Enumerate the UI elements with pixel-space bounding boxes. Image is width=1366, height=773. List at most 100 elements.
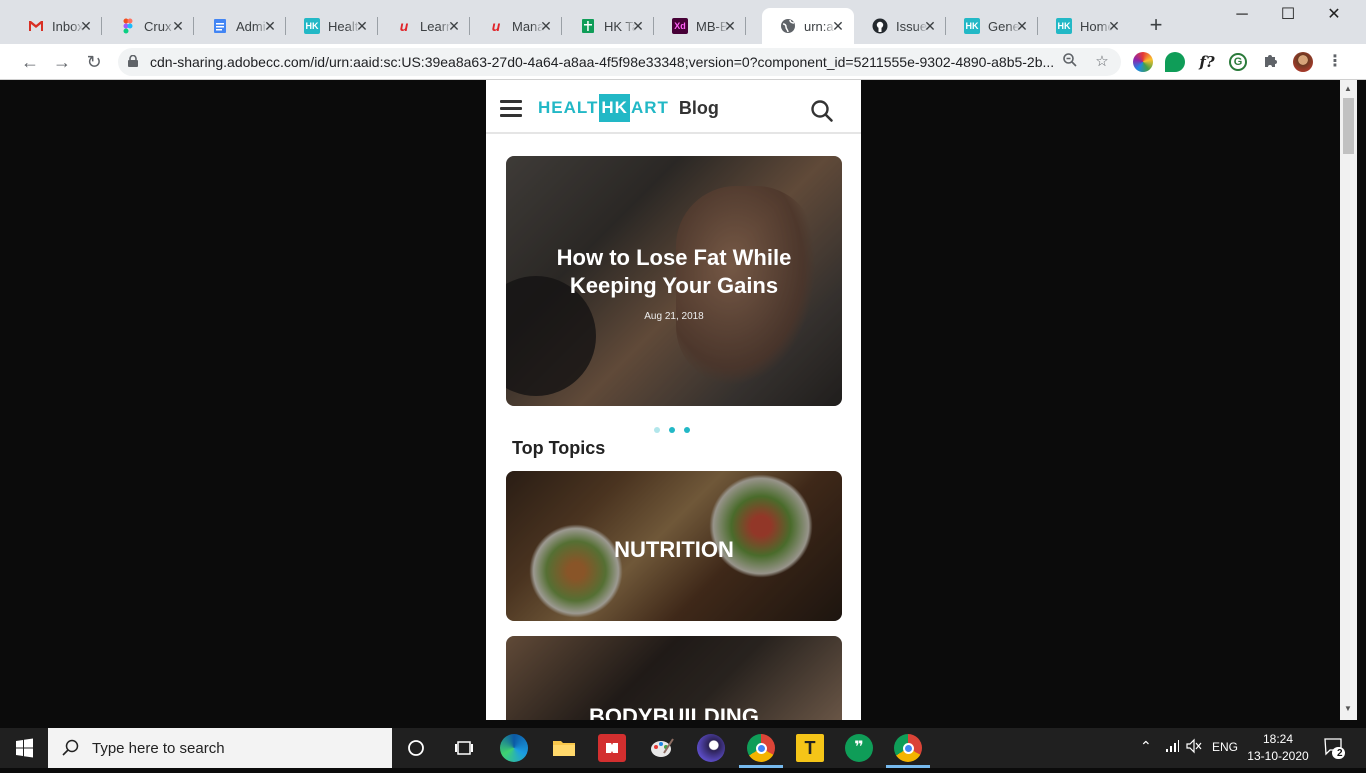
close-tab-icon[interactable]: ✕ bbox=[722, 18, 738, 34]
hk-icon: HK bbox=[1056, 18, 1072, 34]
carousel-dot[interactable] bbox=[654, 427, 660, 433]
close-tab-icon[interactable]: ✕ bbox=[922, 18, 938, 34]
scroll-up-icon[interactable]: ▲ bbox=[1344, 84, 1352, 93]
notification-center-icon[interactable]: 2 bbox=[1324, 737, 1346, 762]
address-bar[interactable]: cdn-sharing.adobecc.com/id/urn:aaid:sc:U… bbox=[118, 48, 1121, 76]
chrome-icon[interactable] bbox=[894, 734, 922, 762]
green-dot-icon[interactable] bbox=[1165, 52, 1185, 72]
paint-icon[interactable] bbox=[648, 734, 676, 762]
hk-icon: HK bbox=[304, 18, 320, 34]
office-icon[interactable] bbox=[598, 734, 626, 762]
close-tab-icon[interactable]: ✕ bbox=[262, 18, 278, 34]
close-tab-icon[interactable]: ✕ bbox=[630, 18, 646, 34]
close-tab-icon[interactable]: ✕ bbox=[170, 18, 186, 34]
carousel-dots bbox=[654, 426, 690, 434]
tab-mb-b[interactable]: Xd MB-B ✕ bbox=[654, 8, 746, 44]
scroll-down-icon[interactable]: ▼ bbox=[1344, 704, 1352, 713]
tab-urn-active[interactable]: urn:a ✕ bbox=[762, 8, 854, 44]
tab-mana[interactable]: u Mana ✕ bbox=[470, 8, 562, 44]
windows-logo-icon bbox=[16, 738, 33, 758]
color-picker-icon[interactable] bbox=[1133, 52, 1153, 72]
chrome-center bbox=[902, 742, 914, 754]
tab-healt[interactable]: HK Healt ✕ bbox=[286, 8, 378, 44]
profile-avatar[interactable] bbox=[1293, 52, 1313, 72]
cortana-icon[interactable] bbox=[402, 734, 430, 762]
carousel-dot-active[interactable] bbox=[669, 427, 675, 433]
blog-header: HEALT HK ART Blog bbox=[486, 80, 861, 134]
topic-card-nutrition[interactable]: NUTRITION bbox=[506, 471, 842, 621]
language-indicator[interactable]: ENG bbox=[1212, 740, 1238, 754]
tab-crux[interactable]: Crux ✕ bbox=[102, 8, 194, 44]
taskbar-search-box[interactable]: Type here to search bbox=[48, 728, 392, 768]
browser-toolbar: ← → ↻ cdn-sharing.adobecc.com/id/urn:aai… bbox=[0, 44, 1366, 80]
puzzle-icon[interactable] bbox=[1261, 52, 1281, 72]
back-icon[interactable]: ← bbox=[18, 50, 42, 74]
tab-gene[interactable]: HK Gene ✕ bbox=[946, 8, 1038, 44]
tab-inbox[interactable]: Inbox ✕ bbox=[10, 8, 102, 44]
new-tab-button[interactable]: + bbox=[1145, 14, 1167, 37]
scrollbar-thumb[interactable] bbox=[1343, 98, 1354, 154]
eclipse-icon[interactable] bbox=[697, 734, 725, 762]
globe-icon bbox=[781, 19, 795, 33]
search-icon[interactable] bbox=[810, 99, 834, 123]
gmail-icon bbox=[29, 21, 43, 31]
hero-title[interactable]: How to Lose Fat While Keeping Your Gains bbox=[526, 244, 822, 300]
upgrad-icon: u bbox=[491, 18, 501, 34]
docs-icon bbox=[214, 19, 226, 33]
topic-card-bodybuilding[interactable]: BODYBUILDING bbox=[506, 636, 842, 720]
file-explorer-icon[interactable] bbox=[550, 734, 578, 762]
close-tab-icon[interactable]: ✕ bbox=[538, 18, 554, 34]
close-tab-icon[interactable]: ✕ bbox=[446, 18, 462, 34]
bookmark-star-icon[interactable]: ☆ bbox=[1092, 52, 1112, 72]
show-hidden-icons-chevron-icon[interactable]: ⌃ bbox=[1140, 738, 1152, 755]
vertical-scrollbar[interactable]: ▲ ▼ bbox=[1340, 80, 1357, 720]
sticky-app-icon[interactable]: T bbox=[796, 734, 824, 762]
volume-muted-icon[interactable] bbox=[1186, 738, 1202, 757]
lock-icon bbox=[128, 55, 138, 67]
clock-date: 13-10-2020 bbox=[1247, 749, 1309, 763]
chrome-icon[interactable] bbox=[747, 734, 775, 762]
font-f-icon[interactable]: f? bbox=[1197, 52, 1217, 72]
search-icon bbox=[62, 739, 79, 756]
hamburger-menu-icon[interactable] bbox=[500, 100, 522, 118]
logo-part3: ART bbox=[630, 98, 669, 117]
healthkart-logo[interactable]: HEALT HK ART Blog bbox=[538, 94, 719, 122]
tab-admi[interactable]: Admi ✕ bbox=[194, 8, 286, 44]
task-view-icon[interactable] bbox=[450, 734, 478, 762]
close-tab-icon[interactable]: ✕ bbox=[78, 18, 94, 34]
sheets-icon bbox=[582, 19, 594, 33]
menu-kebab-icon[interactable]: ⋮ bbox=[1323, 50, 1347, 74]
search-placeholder: Type here to search bbox=[92, 739, 225, 757]
carousel-dot[interactable] bbox=[684, 427, 690, 433]
close-tab-icon[interactable]: ✕ bbox=[354, 18, 370, 34]
grammarly-icon[interactable]: G bbox=[1229, 53, 1247, 71]
logo-part2: HK bbox=[599, 94, 630, 122]
xd-icon: Xd bbox=[672, 18, 688, 34]
top-topics-heading: Top Topics bbox=[512, 438, 606, 458]
tab-home[interactable]: HK Home ✕ bbox=[1038, 8, 1130, 44]
maximize-button[interactable]: ☐ bbox=[1265, 0, 1311, 30]
hangouts-icon[interactable]: ❞ bbox=[845, 734, 873, 762]
close-tab-icon[interactable]: ✕ bbox=[1106, 18, 1122, 34]
tab-hk-ta[interactable]: HK Ta ✕ bbox=[562, 8, 654, 44]
minimize-button[interactable]: ─ bbox=[1219, 0, 1265, 30]
edge-icon[interactable] bbox=[500, 734, 528, 762]
close-window-button[interactable]: ✕ bbox=[1311, 0, 1357, 30]
topic-label: NUTRITION bbox=[614, 537, 734, 562]
topic-label: BODYBUILDING bbox=[589, 704, 759, 720]
hero-date: Aug 21, 2018 bbox=[644, 311, 704, 322]
upgrad-icon: u bbox=[399, 18, 409, 34]
notification-count: 2 bbox=[1337, 748, 1343, 759]
close-tab-icon[interactable]: ✕ bbox=[830, 18, 846, 34]
url-text[interactable]: cdn-sharing.adobecc.com/id/urn:aaid:sc:U… bbox=[150, 54, 1060, 70]
start-button[interactable] bbox=[0, 728, 48, 768]
forward-icon[interactable]: → bbox=[50, 50, 74, 74]
reload-icon[interactable]: ↻ bbox=[82, 50, 106, 74]
hero-carousel-slide[interactable]: How to Lose Fat While Keeping Your Gains… bbox=[506, 156, 842, 406]
network-icon[interactable] bbox=[1164, 738, 1180, 757]
tab-learn[interactable]: u Learn ✕ bbox=[378, 8, 470, 44]
tab-issue[interactable]: Issue ✕ bbox=[854, 8, 946, 44]
system-clock[interactable]: 18:24 13-10-2020 bbox=[1240, 731, 1316, 765]
zoom-icon[interactable] bbox=[1060, 52, 1080, 72]
close-tab-icon[interactable]: ✕ bbox=[1014, 18, 1030, 34]
